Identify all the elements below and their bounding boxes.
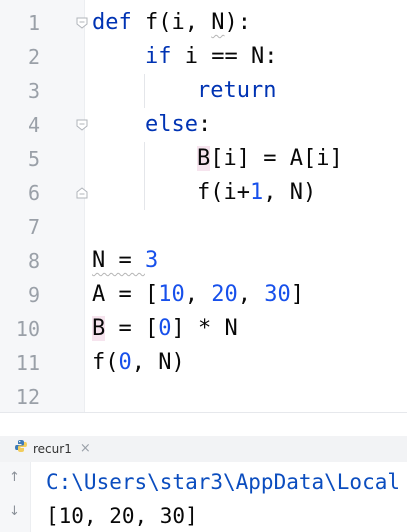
code-line-11: f(0, N) — [92, 346, 185, 380]
code-text: ] * N — [171, 316, 238, 341]
code-text: f( — [92, 350, 119, 375]
code-text: , N) — [263, 180, 317, 205]
scroll-up-icon[interactable]: ↑ — [9, 470, 20, 485]
line-number: 11 — [15, 351, 40, 375]
code-text-warning: N — [211, 10, 225, 35]
code-line-10: B = [0] * N — [92, 312, 238, 346]
line-number: 3 — [27, 79, 40, 103]
line-number: 5 — [27, 147, 40, 171]
code-line-3: return — [197, 74, 276, 108]
number-literal: 3 — [144, 248, 159, 273]
tab-recur1[interactable]: recur1 × — [14, 436, 91, 462]
line-number: 10 — [15, 317, 40, 341]
number-literal: 1 — [249, 180, 264, 205]
keyword: return — [197, 78, 277, 103]
indent-guide — [144, 142, 145, 210]
highlighted-identifier: B — [92, 316, 106, 341]
fold-end-icon[interactable] — [76, 187, 88, 199]
scroll-down-icon[interactable]: ↓ — [9, 504, 20, 519]
line-number: 4 — [27, 113, 40, 137]
code-text: f(i+ — [197, 180, 250, 205]
number-literal: 10 — [158, 282, 185, 307]
code-editor[interactable]: 1 2 3 4 5 6 7 8 9 10 11 12 def f(i, N): … — [0, 0, 407, 412]
code-line-1: def f(i, N): — [92, 6, 251, 40]
keyword: if — [145, 44, 172, 69]
line-number: 12 — [15, 385, 40, 409]
line-number: 8 — [27, 249, 40, 273]
code-line-4: else: — [145, 108, 211, 142]
number-literal: 20 — [211, 282, 238, 307]
keyword: def — [92, 10, 132, 35]
code-line-6: f(i+1, N) — [197, 176, 316, 210]
console-line: [10, 20, 30] — [46, 504, 198, 528]
code-text: A = [ — [92, 282, 159, 307]
line-number: 9 — [27, 283, 40, 307]
close-icon[interactable]: × — [80, 436, 91, 462]
code-text-warning: N = — [92, 248, 145, 273]
code-text: = [ — [105, 316, 159, 341]
line-number-gutter: 1 2 3 4 5 6 7 8 9 10 11 12 — [0, 0, 85, 412]
console-output[interactable]: ↑ ↓ C:\Users\star3\AppData\Local [10, 20… — [0, 462, 407, 532]
code-text: [i] = A[i] — [210, 146, 343, 171]
number-literal: 0 — [158, 316, 172, 341]
highlighted-identifier: B — [197, 146, 211, 171]
python-icon — [14, 436, 28, 462]
number-literal: 30 — [264, 282, 291, 307]
console-line: C:\Users\star3\AppData\Local — [46, 470, 401, 494]
code-line-8: N = 3 — [92, 244, 158, 278]
fold-collapse-icon[interactable] — [76, 119, 88, 131]
line-number: 7 — [27, 215, 40, 239]
fold-collapse-icon[interactable] — [76, 17, 88, 29]
run-tool-tabbar: recur1 × — [0, 436, 407, 463]
code-text: ] — [290, 282, 304, 307]
line-number: 2 — [27, 45, 40, 69]
code-text: : — [197, 112, 212, 137]
number-literal: 0 — [118, 350, 132, 375]
tab-label: recur1 — [33, 442, 72, 456]
code-text: f(i, — [131, 10, 212, 35]
code-text: , N) — [131, 350, 185, 375]
code-text: ): — [224, 10, 251, 35]
line-number: 1 — [27, 11, 40, 35]
line-number: 6 — [27, 181, 40, 205]
code-text: i == N: — [171, 44, 278, 69]
keyword: else — [145, 112, 198, 137]
indent-guide — [144, 74, 145, 108]
code-text: , — [237, 282, 265, 307]
code-line-9: A = [10, 20, 30] — [92, 278, 304, 312]
panel-splitter[interactable] — [0, 412, 407, 437]
code-line-2: if i == N: — [145, 40, 277, 74]
code-text: , — [184, 282, 212, 307]
console-toolbar: ↑ ↓ — [0, 462, 31, 532]
code-line-5: B[i] = A[i] — [197, 142, 343, 176]
